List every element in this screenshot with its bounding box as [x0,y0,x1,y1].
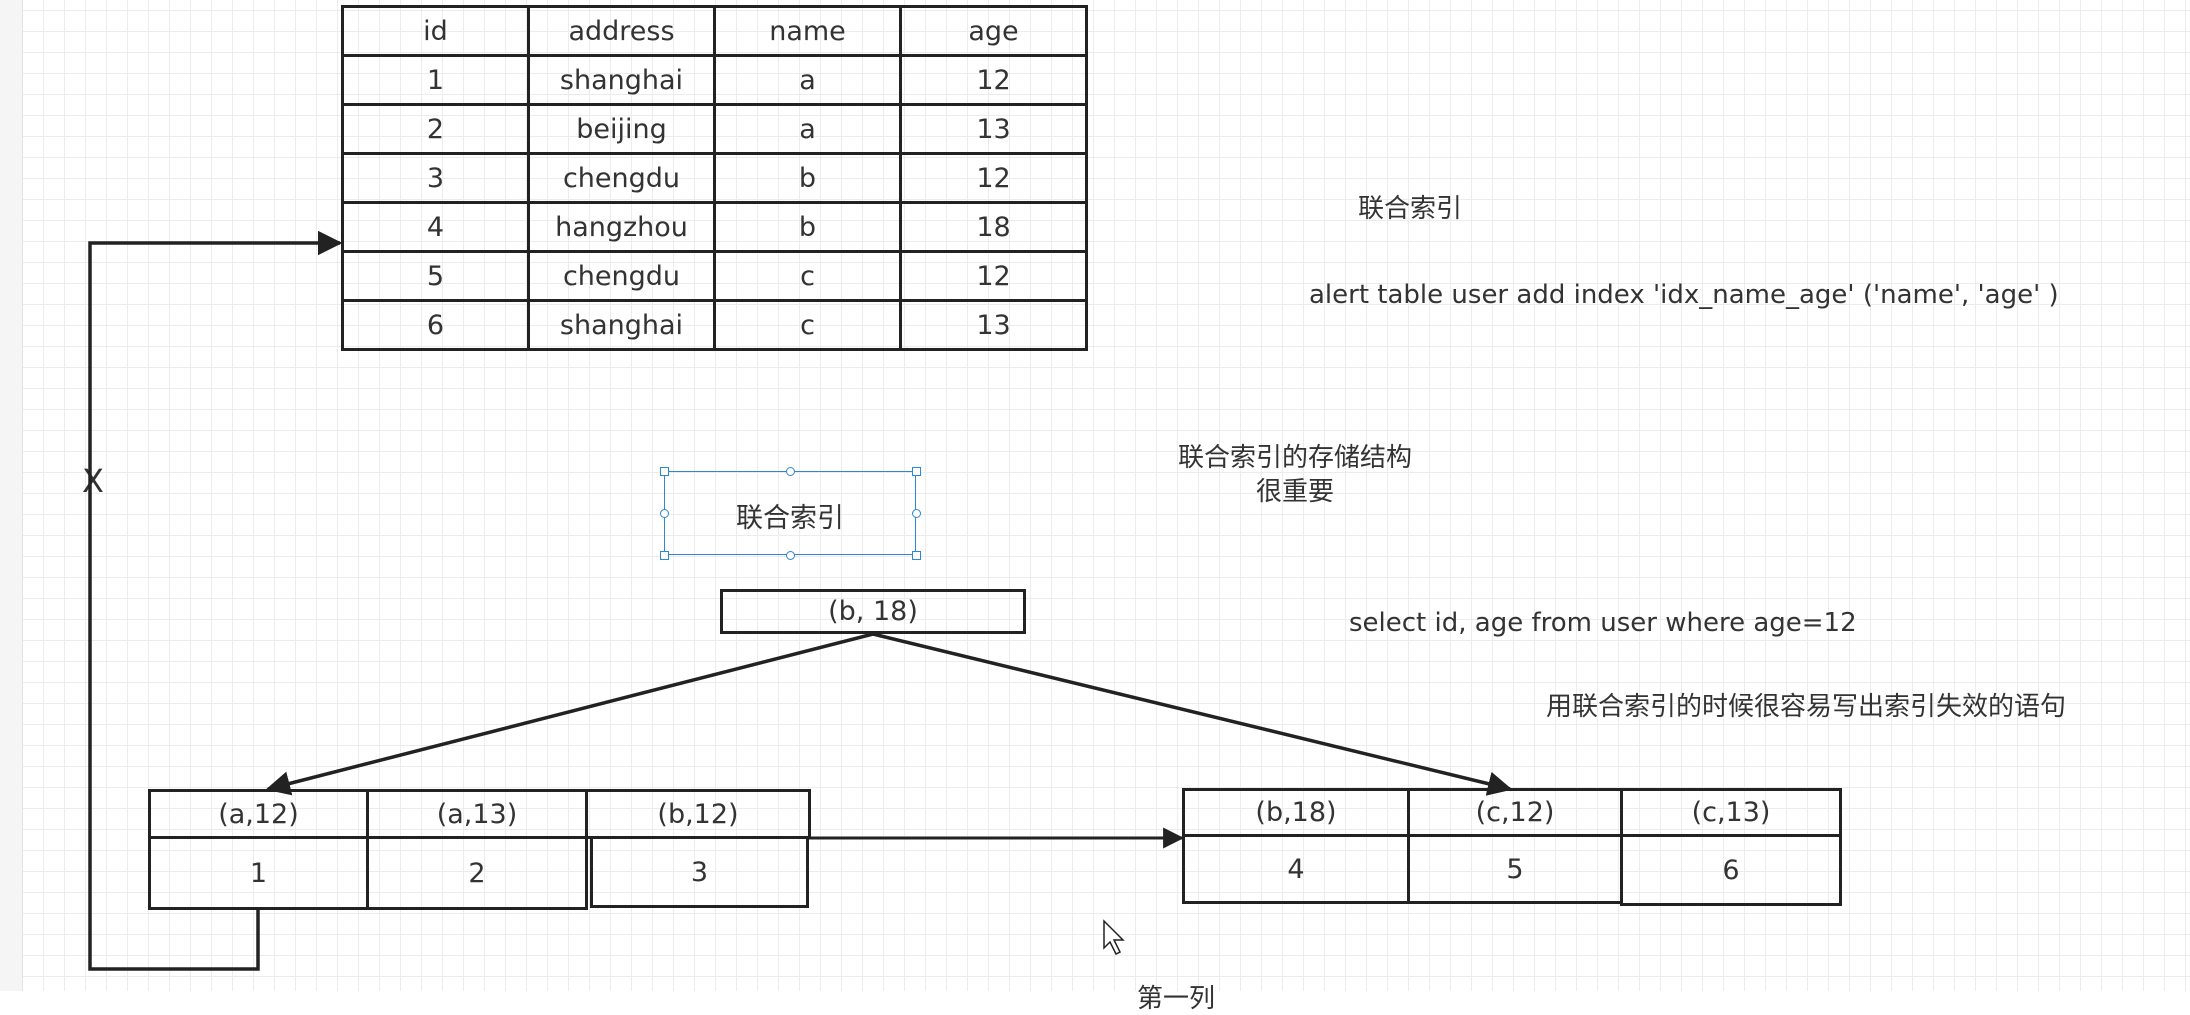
arrow-root-to-right-leaf[interactable] [872,632,1513,796]
mouse-cursor-icon [1103,919,1125,956]
connector-layer [88,230,1513,971]
arrow-root-to-left-leaf[interactable] [265,632,874,796]
arrow-back-to-table[interactable] [88,230,343,971]
